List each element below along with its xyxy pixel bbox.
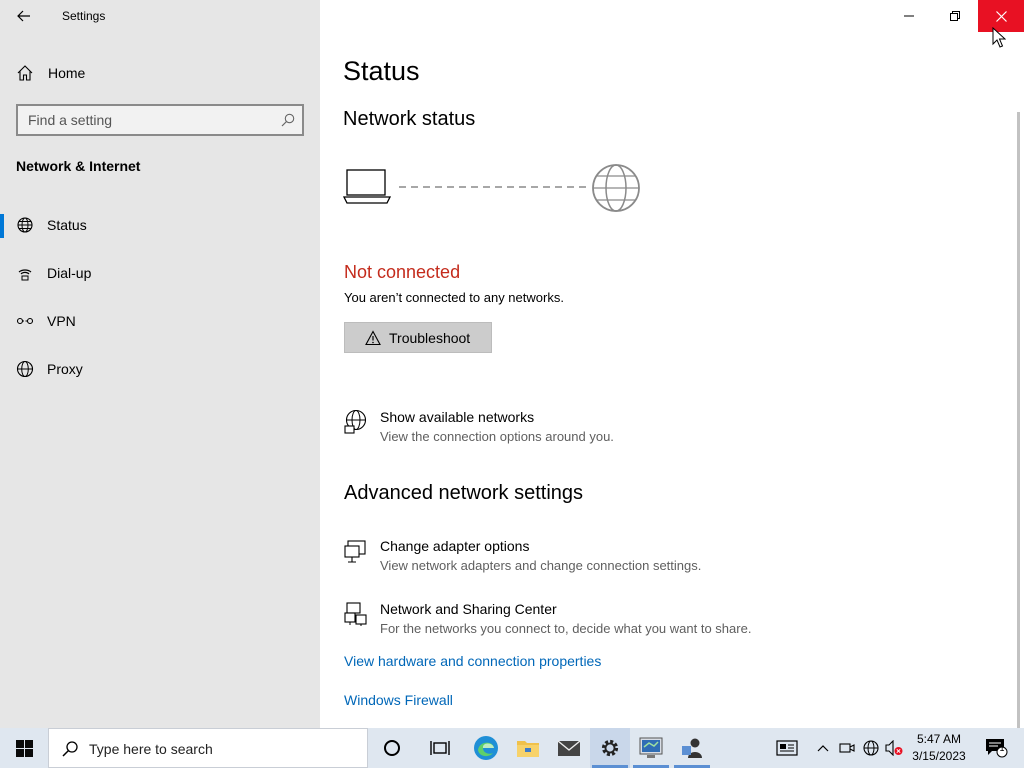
network-status-heading: Network status [343, 108, 476, 130]
sidebar-item-label: VPN [47, 313, 76, 329]
change-adapter-desc: View network adapters and change connect… [380, 558, 702, 573]
sidebar-item-proxy[interactable]: Proxy [0, 349, 320, 389]
gear-icon [601, 739, 619, 757]
laptop-icon [343, 169, 392, 204]
back-button[interactable] [8, 2, 40, 30]
network-globe-icon [863, 740, 879, 756]
volume-muted-icon [885, 740, 903, 756]
sidebar-item-label: Proxy [47, 361, 83, 377]
advanced-settings-heading: Advanced network settings [344, 482, 584, 504]
news-tray-button[interactable] [772, 728, 802, 768]
troubleshoot-button[interactable]: Troubleshoot [344, 322, 492, 353]
folder-icon [517, 741, 539, 757]
connection-desc: You aren’t connected to any networks. [344, 290, 564, 305]
find-setting-search[interactable] [16, 104, 304, 136]
network-adapter-icon [344, 540, 366, 563]
camera-icon [839, 743, 855, 753]
troubleshoot-label: Troubleshoot [389, 329, 471, 346]
show-networks-title: Show available networks [380, 409, 535, 425]
back-arrow-icon [17, 10, 30, 22]
show-networks-option[interactable]: Show available networks View the connect… [344, 409, 944, 453]
notification-count: 1 [999, 743, 1005, 753]
network-diagram [343, 164, 640, 212]
connection-state: Not connected [344, 262, 461, 282]
sidebar-item-dialup[interactable]: Dial-up [0, 253, 320, 293]
network-app-taskbar-button[interactable] [631, 728, 671, 768]
find-setting-input[interactable] [18, 106, 274, 134]
news-icon [776, 740, 798, 756]
taskbar-search-placeholder: Type here to search [89, 741, 213, 757]
show-hidden-icons-button[interactable] [812, 728, 834, 768]
cortana-button[interactable] [372, 728, 412, 768]
available-networks-icon [344, 409, 367, 434]
sharing-center-title: Network and Sharing Center [380, 601, 557, 617]
start-button[interactable] [0, 728, 48, 768]
monitor-app-icon [639, 737, 663, 758]
sidebar-item-label: Dial-up [47, 265, 92, 281]
change-adapter-option[interactable]: Change adapter options View network adap… [344, 538, 944, 582]
network-tray-button[interactable] [860, 728, 882, 768]
meet-now-tray-button[interactable] [838, 728, 856, 768]
warning-icon [365, 329, 381, 345]
search-icon[interactable] [280, 112, 296, 128]
mail-icon [557, 740, 581, 756]
minimize-button[interactable] [886, 0, 932, 32]
app-title: Settings [62, 9, 106, 23]
windows-logo-icon [15, 739, 33, 757]
people-app-taskbar-button[interactable] [672, 728, 712, 768]
people-app-icon [682, 738, 702, 758]
clock[interactable]: 5:47 AM 3/15/2023 [906, 731, 972, 765]
mouse-cursor-icon [992, 27, 1006, 48]
globe-network-icon [17, 217, 33, 233]
edge-taskbar-button[interactable] [466, 728, 506, 768]
sidebar: Settings Home Network & Internet Status … [0, 0, 320, 728]
taskbar-search-box[interactable]: Type here to search [48, 728, 368, 768]
change-adapter-title: Change adapter options [380, 538, 530, 554]
sharing-center-icon [344, 602, 367, 626]
sharing-center-option[interactable]: Network and Sharing Center For the netwo… [344, 601, 944, 645]
minimize-icon [904, 15, 914, 17]
sidebar-item-label: Status [47, 217, 87, 233]
task-view-button[interactable] [420, 728, 460, 768]
sharing-center-desc: For the networks you connect to, decide … [380, 621, 752, 636]
section-title: Network & Internet [16, 158, 141, 174]
close-icon [995, 10, 1007, 22]
chevron-up-icon [817, 745, 829, 752]
main-content: Status Network status Not connected You … [320, 0, 1024, 728]
vpn-icon [16, 317, 34, 325]
volume-tray-button[interactable] [884, 728, 904, 768]
clock-date: 3/15/2023 [912, 749, 966, 763]
settings-taskbar-button[interactable] [590, 728, 630, 768]
internet-globe-icon [592, 164, 640, 212]
sidebar-item-vpn[interactable]: VPN [0, 301, 320, 341]
sidebar-item-home[interactable]: Home [0, 56, 320, 90]
restore-icon [950, 11, 960, 21]
sidebar-item-status[interactable]: Status [0, 205, 320, 245]
cortana-icon [384, 740, 400, 756]
windows-firewall-link[interactable]: Windows Firewall [344, 692, 453, 708]
action-center-button[interactable]: 1 [978, 728, 1014, 768]
restore-button[interactable] [932, 0, 978, 32]
dialup-icon [18, 269, 32, 281]
file-explorer-button[interactable] [508, 728, 548, 768]
task-view-icon [430, 741, 450, 755]
scrollbar[interactable] [1017, 112, 1020, 728]
mail-button[interactable] [549, 728, 589, 768]
page-title: Status [343, 56, 420, 86]
globe-icon [16, 360, 34, 378]
hardware-properties-link[interactable]: View hardware and connection properties [344, 653, 601, 669]
home-icon [17, 65, 33, 81]
search-icon [62, 741, 78, 757]
taskbar: Type here to search 5:47 AM 3/15/2023 1 [0, 728, 1024, 768]
sidebar-item-home-label: Home [48, 65, 86, 81]
clock-time: 5:47 AM [916, 732, 962, 746]
show-networks-desc: View the connection options around you. [380, 429, 614, 444]
edge-icon [474, 736, 498, 760]
